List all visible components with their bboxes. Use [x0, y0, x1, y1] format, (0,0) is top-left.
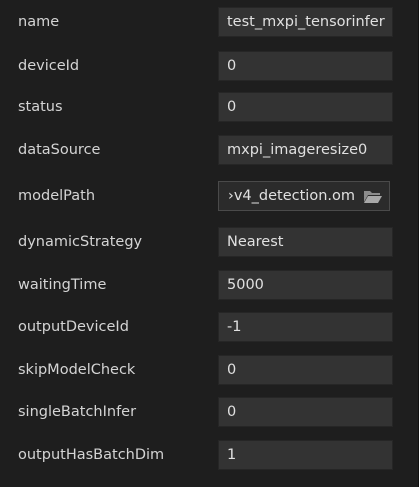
waiting-time-input[interactable]: 5000 [218, 270, 393, 300]
model-path-input[interactable]: ›v4_detection.om [218, 181, 390, 211]
model-path-value: ›v4_detection.om [228, 188, 355, 204]
property-label-single-batch-infer: singleBatchInfer [18, 404, 137, 420]
property-label-waiting-time: waitingTime [18, 277, 107, 293]
name-input[interactable]: test_mxpi_tensorinfer [218, 7, 393, 37]
single-batch-infer-value: 0 [227, 404, 237, 420]
status-input[interactable]: 0 [218, 92, 393, 122]
dynamic-strategy-value: Nearest [227, 234, 284, 250]
output-device-id-value: -1 [227, 319, 242, 335]
folder-open-icon[interactable] [363, 189, 383, 204]
property-label-dynamic-strategy: dynamicStrategy [18, 234, 143, 250]
property-label-skip-model-check: skipModelCheck [18, 362, 136, 378]
properties-panel: name test_mxpi_tensorinfer deviceId 0 st… [0, 0, 419, 487]
name-value: test_mxpi_tensorinfer [227, 14, 385, 30]
property-label-name: name [18, 14, 60, 30]
device-id-input[interactable]: 0 [218, 51, 393, 81]
single-batch-infer-input[interactable]: 0 [218, 397, 393, 427]
status-value: 0 [227, 99, 237, 115]
property-label-status: status [18, 99, 63, 115]
property-label-device-id: deviceId [18, 58, 80, 74]
data-source-value: mxpi_imageresize0 [227, 142, 368, 158]
output-device-id-input[interactable]: -1 [218, 312, 393, 342]
skip-model-check-value: 0 [227, 362, 237, 378]
skip-model-check-input[interactable]: 0 [218, 355, 393, 385]
waiting-time-value: 5000 [227, 277, 264, 293]
property-label-output-device-id: outputDeviceId [18, 319, 129, 335]
property-label-data-source: dataSource [18, 142, 101, 158]
output-has-batch-dim-value: 1 [227, 447, 237, 463]
data-source-input[interactable]: mxpi_imageresize0 [218, 135, 393, 165]
property-label-model-path: modelPath [18, 188, 96, 204]
device-id-value: 0 [227, 58, 237, 74]
property-label-output-has-batch-dim: outputHasBatchDim [18, 447, 165, 463]
dynamic-strategy-input[interactable]: Nearest [218, 227, 393, 257]
output-has-batch-dim-input[interactable]: 1 [218, 440, 393, 470]
